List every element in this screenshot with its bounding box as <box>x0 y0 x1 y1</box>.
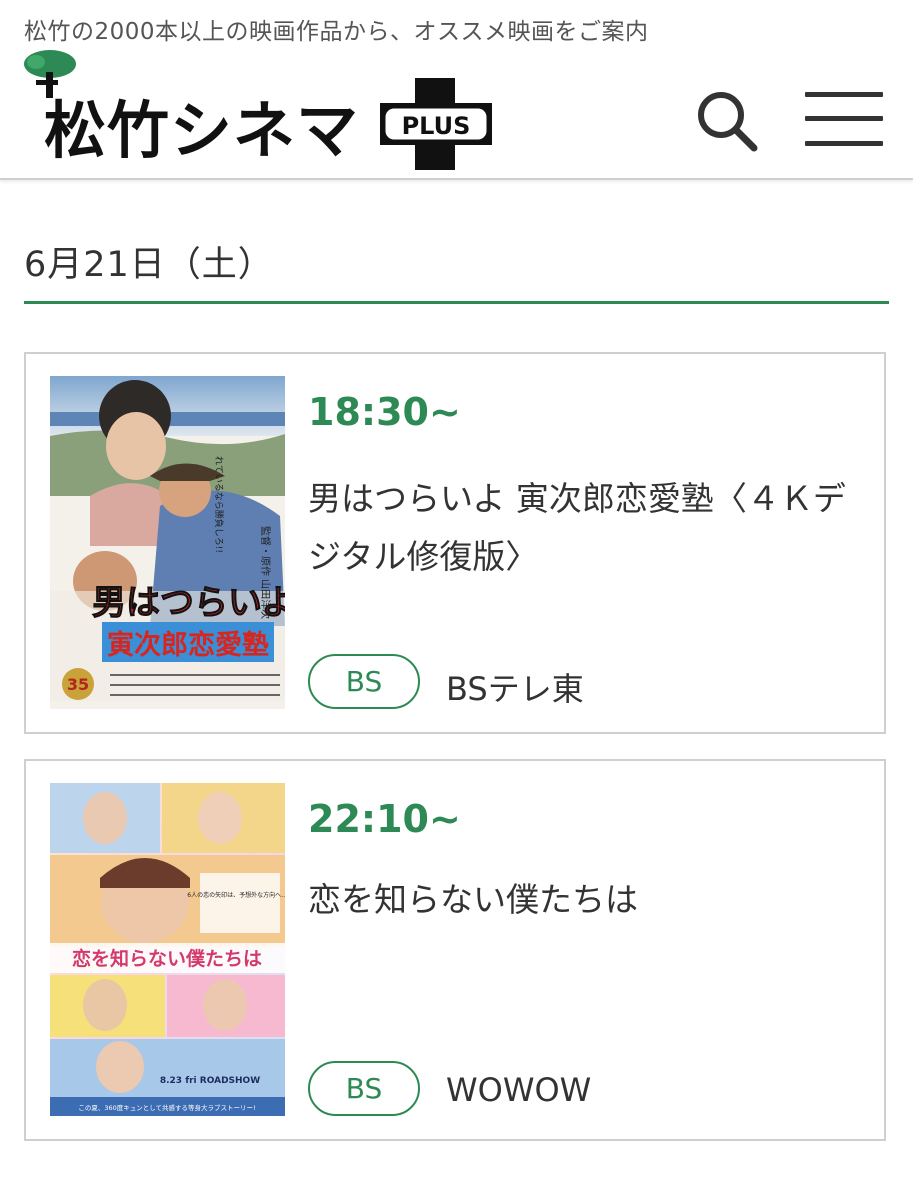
site-logo[interactable]: 松竹シネマ PLUS <box>22 48 492 173</box>
date-divider <box>24 301 889 304</box>
channel-name: BSテレ東 <box>446 670 584 708</box>
hamburger-icon-bar <box>805 141 883 146</box>
movie-poster[interactable]: 男はつらいよ 寅次郎恋愛塾 れているなら勝負しろ!! 監督・原作 山田洋次 35 <box>50 376 285 709</box>
date-heading: 6月21日（土） <box>24 245 274 285</box>
search-button[interactable] <box>694 88 758 152</box>
search-icon <box>698 92 758 152</box>
movie-title[interactable]: 男はつらいよ 寅次郎恋愛塾〈４Ｋデジタル修復版〉 <box>308 470 858 586</box>
movie-poster[interactable]: 6人の恋の矢印は、予想外な方向へ…!? 恋を知らない僕たちは 8.23 fri … <box>50 783 285 1116</box>
schedule-card[interactable]: 6人の恋の矢印は、予想外な方向へ…!? 恋を知らない僕たちは 8.23 fri … <box>24 759 886 1141</box>
showtime: 18:30~ <box>308 390 461 434</box>
schedule-card[interactable]: 男はつらいよ 寅次郎恋愛塾 れているなら勝負しろ!! 監督・原作 山田洋次 35… <box>24 352 886 734</box>
poster-title: 恋を知らない僕たちは <box>72 947 262 970</box>
movie-title[interactable]: 恋を知らない僕たちは <box>308 871 858 929</box>
poster-image: 6人の恋の矢印は、予想外な方向へ…!? 恋を知らない僕たちは 8.23 fri … <box>50 783 285 1116</box>
poster-image: 男はつらいよ 寅次郎恋愛塾 れているなら勝負しろ!! 監督・原作 山田洋次 35 <box>50 376 285 709</box>
broadcast-type-badge: BS <box>308 1061 420 1116</box>
hamburger-icon-bar <box>805 116 883 121</box>
logo-wordmark: 松竹シネマ <box>44 94 360 167</box>
channel-name: WOWOW <box>446 1071 592 1109</box>
logo-plus-text: PLUS <box>402 112 471 140</box>
poster-catch: 6人の恋の矢印は、予想外な方向へ…!? <box>187 891 285 899</box>
menu-button[interactable] <box>805 92 883 148</box>
site-tagline: 松竹の2000本以上の映画作品から、オススメ映画をご案内 <box>24 19 649 45</box>
poster-release: 8.23 fri ROADSHOW <box>160 1076 260 1086</box>
poster-title: 男はつらいよ <box>92 583 285 623</box>
hamburger-icon <box>805 92 883 97</box>
poster-credit: 監督・原作 山田洋次 <box>259 526 272 619</box>
showtime: 22:10~ <box>308 797 461 841</box>
poster-bottom-text: この夏、360度キュンとして共感する等身大ラブストーリー! <box>78 1103 255 1112</box>
poster-subtitle: 寅次郎恋愛塾 <box>107 629 269 661</box>
plus-badge-icon: PLUS <box>380 78 492 170</box>
poster-badge: 35 <box>67 675 89 694</box>
poster-catch: れているなら勝負しろ!! <box>213 456 225 553</box>
site-header: 松竹の2000本以上の映画作品から、オススメ映画をご案内 松竹シネマ PLUS <box>0 0 913 180</box>
broadcast-type-badge: BS <box>308 654 420 709</box>
